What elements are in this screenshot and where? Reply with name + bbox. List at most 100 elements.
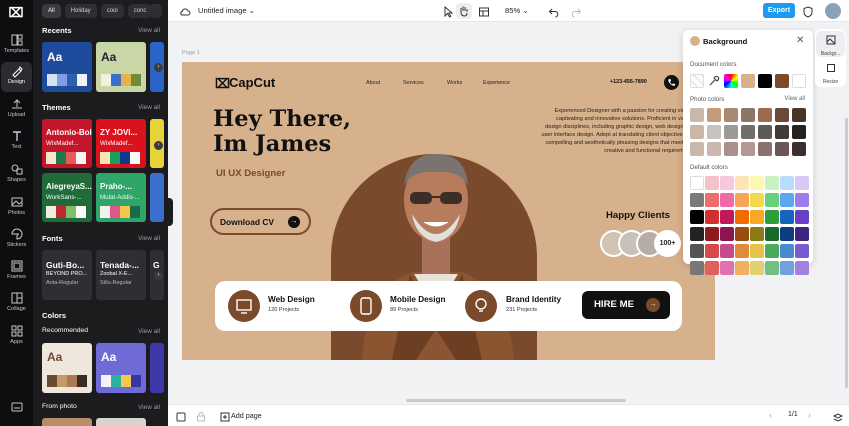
fonts-view-all[interactable]: View all [138,235,160,242]
default-color-swatch[interactable] [690,193,704,207]
nav-works[interactable]: Works [447,80,462,86]
default-color-swatch[interactable] [705,244,719,258]
default-color-swatch[interactable] [795,176,809,190]
default-color-swatch[interactable] [720,193,734,207]
default-color-swatch[interactable] [720,244,734,258]
photo-color-swatch[interactable] [724,108,738,122]
default-color-swatch[interactable] [735,261,749,275]
default-color-swatch[interactable] [780,261,794,275]
recents-next-icon[interactable]: › [154,63,163,72]
default-color-swatch[interactable] [690,227,704,241]
filter-chip[interactable]: Holiday [64,4,97,18]
font-card-2[interactable]: Tenada-... Zoobal X-E... Stilu-Regular [96,250,146,300]
fonts-next-icon[interactable]: › [154,271,163,280]
default-color-swatch[interactable] [690,176,704,190]
design-canvas[interactable]: ⌧CapCut About Services Works Experience … [182,62,715,360]
horizontal-scrollbar[interactable] [406,399,626,402]
photo-color-swatch[interactable] [758,142,772,156]
themes-next-icon[interactable]: › [154,141,163,150]
photo-color-swatch[interactable] [707,108,721,122]
default-color-swatch[interactable] [780,193,794,207]
default-color-swatch[interactable] [780,227,794,241]
default-color-swatch[interactable] [705,193,719,207]
rail-item-upload[interactable]: Upload [1,95,32,125]
theme-card-5[interactable]: Praho-... Mulat-Addis-... [96,173,146,222]
zoom-level[interactable]: 85% ⌄ [505,6,529,15]
transparent-swatch[interactable] [690,74,704,88]
vertical-scrollbar[interactable] [845,118,848,388]
photo-color-swatch[interactable] [741,125,755,139]
filter-chip[interactable]: All [42,4,61,18]
filter-chip[interactable]: conc [127,4,153,18]
nav-about[interactable]: About [366,80,380,86]
default-color-swatch[interactable] [720,227,734,241]
photo-color-swatch[interactable] [775,125,789,139]
default-color-swatch[interactable] [795,193,809,207]
font-card-1[interactable]: Guti-Bo... BEYOND PRO... Anta-Regular [42,250,92,300]
color-palette-2[interactable]: Aa [96,343,146,393]
cloud-icon[interactable] [179,5,191,17]
from-photo-view-all[interactable]: View all [138,404,160,411]
photo-colors-view-all[interactable]: View all [784,96,805,102]
tab-resize[interactable]: Resize [816,59,845,85]
chevron-down-icon[interactable] [150,4,162,18]
pages-icon[interactable] [175,410,187,422]
hire-me-button[interactable]: HIRE ME → [582,291,670,319]
photo-thumbnail[interactable] [690,108,704,122]
photo-color-swatch[interactable] [758,108,772,122]
theme-card-4[interactable]: AlegreyaS... WorkSans-... [42,173,92,222]
photo-thumbnail[interactable] [690,142,704,156]
photo-color-swatch[interactable] [775,108,789,122]
undo-icon[interactable] [548,5,560,18]
layout-icon[interactable] [478,5,490,17]
default-color-swatch[interactable] [765,261,779,275]
color-palette-1[interactable]: Aa [42,343,92,393]
default-color-swatch[interactable] [780,176,794,190]
document-title[interactable]: Untitled image ⌄ [198,6,255,15]
default-color-swatch[interactable] [765,193,779,207]
photo-color-swatch[interactable] [792,142,806,156]
default-color-swatch[interactable] [735,244,749,258]
color-picker-swatch[interactable] [724,74,738,88]
color-palette-3[interactable] [150,343,164,393]
photo-color-swatch[interactable] [792,125,806,139]
rail-item-frames[interactable]: Frames [1,257,32,287]
default-color-swatch[interactable] [690,261,704,275]
default-color-swatch[interactable] [750,227,764,241]
download-cv-button[interactable]: Download CV → [210,208,311,235]
phone-icon[interactable] [664,75,679,90]
recents-view-all[interactable]: View all [138,27,160,34]
themes-view-all[interactable]: View all [138,104,160,111]
keyboard-icon[interactable] [1,400,32,426]
rail-item-shapes[interactable]: Shapes [1,160,32,190]
add-page-icon[interactable] [219,410,231,422]
colors-view-all[interactable]: View all [138,328,160,335]
document-color-swatch[interactable] [758,74,772,88]
default-color-swatch[interactable] [765,227,779,241]
next-page-icon[interactable]: › [808,410,820,422]
export-button[interactable]: Export [763,3,795,18]
default-color-swatch[interactable] [735,193,749,207]
document-color-swatch[interactable] [741,74,755,88]
photo-color-swatch[interactable] [741,142,755,156]
photo-color-swatch[interactable] [792,108,806,122]
default-color-swatch[interactable] [780,244,794,258]
default-color-swatch[interactable] [690,244,704,258]
default-color-swatch[interactable] [765,176,779,190]
photo-color-swatch[interactable] [707,125,721,139]
default-color-swatch[interactable] [780,210,794,224]
hand-icon[interactable] [456,3,472,19]
default-color-swatch[interactable] [795,227,809,241]
avatar[interactable] [825,3,841,19]
rail-item-design[interactable]: Design [1,62,32,92]
default-color-swatch[interactable] [750,193,764,207]
theme-card-2[interactable]: ZY JOVI... WixMadef... [96,119,146,168]
document-color-swatch[interactable] [792,74,806,88]
default-color-swatch[interactable] [750,176,764,190]
photo-palette-1[interactable] [42,418,92,426]
default-color-swatch[interactable] [795,210,809,224]
rail-item-stickers[interactable]: Stickers [1,225,32,255]
default-color-swatch[interactable] [750,261,764,275]
shield-icon[interactable] [802,5,814,18]
default-color-swatch[interactable] [795,261,809,275]
